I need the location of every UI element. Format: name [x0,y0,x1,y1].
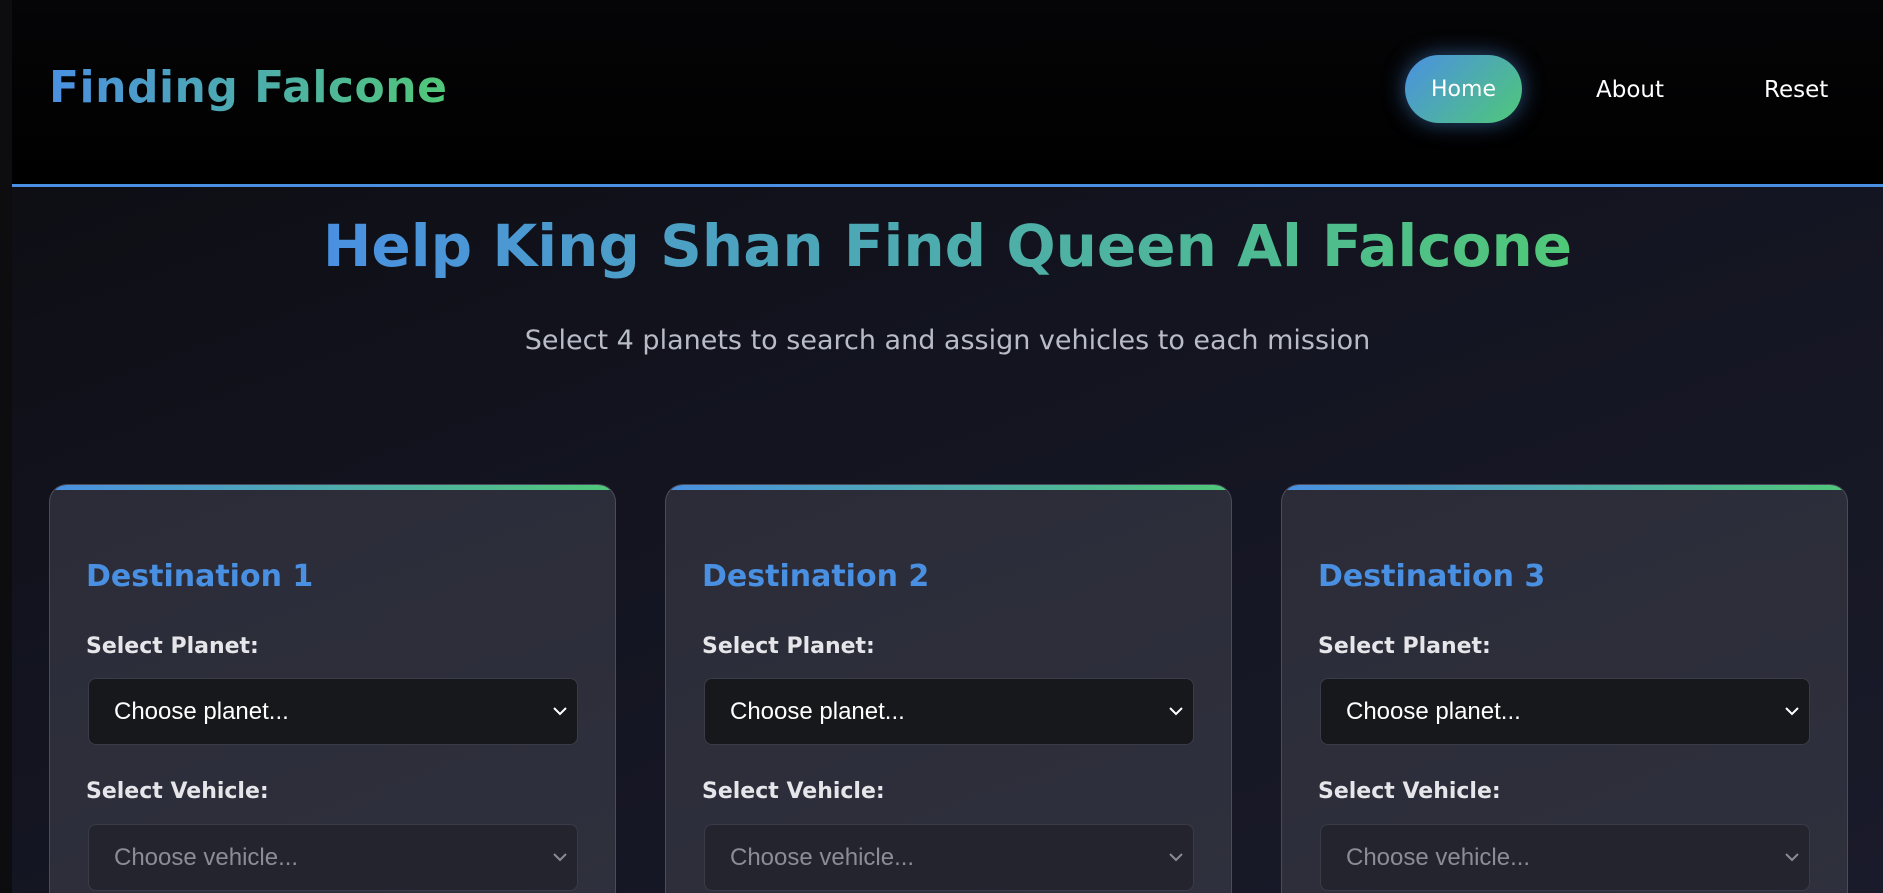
vehicle-select[interactable]: Choose vehicle... [1320,824,1810,891]
top-navbar: Finding Falcone Home About Reset [12,0,1883,187]
chevron-down-icon [1783,849,1801,867]
planet-select-value: Choose planet... [1346,697,1521,725]
vehicle-select[interactable]: Choose vehicle... [88,824,578,891]
chevron-down-icon [551,849,569,867]
vehicle-select-value: Choose vehicle... [1346,843,1531,871]
planet-label: Select Planet: [1318,634,1491,659]
destination-title: Destination 2 [702,559,930,594]
vehicle-label: Select Vehicle: [86,779,269,804]
page-title-text: Help King Shan Find Queen Al Falcone [322,212,1573,280]
planet-select[interactable]: Choose planet... [88,678,578,745]
window-edge [0,0,12,893]
destination-title: Destination 1 [86,559,314,594]
destination-card-2: Destination 2 Select Planet: Choose plan… [665,484,1232,893]
destination-card-3: Destination 3 Select Planet: Choose plan… [1281,484,1848,893]
planet-select-value: Choose planet... [114,697,289,725]
planet-select-value: Choose planet... [730,697,905,725]
planet-select[interactable]: Choose planet... [704,678,1194,745]
chevron-down-icon [551,703,569,721]
chevron-down-icon [1783,703,1801,721]
brand-logo-text[interactable]: Finding Falcone [49,62,447,113]
destination-title: Destination 3 [1318,559,1546,594]
planet-label: Select Planet: [86,634,259,659]
vehicle-select-value: Choose vehicle... [730,843,915,871]
destination-card-1: Destination 1 Select Planet: Choose plan… [49,484,616,893]
vehicle-label: Select Vehicle: [702,779,885,804]
nav-reset-link[interactable]: Reset [1764,77,1828,103]
chevron-down-icon [1167,703,1185,721]
page-title: Help King Shan Find Queen Al Falcone [12,212,1883,280]
vehicle-select-value: Choose vehicle... [114,843,299,871]
chevron-down-icon [1167,849,1185,867]
vehicle-label: Select Vehicle: [1318,779,1501,804]
planet-label: Select Planet: [702,634,875,659]
nav-home-button[interactable]: Home [1405,55,1522,123]
nav-about-link[interactable]: About [1596,77,1664,103]
planet-select[interactable]: Choose planet... [1320,678,1810,745]
page-subtitle: Select 4 planets to search and assign ve… [524,325,1371,356]
vehicle-select[interactable]: Choose vehicle... [704,824,1194,891]
app-root: Finding Falcone Home About Reset Help Ki… [12,0,1883,893]
